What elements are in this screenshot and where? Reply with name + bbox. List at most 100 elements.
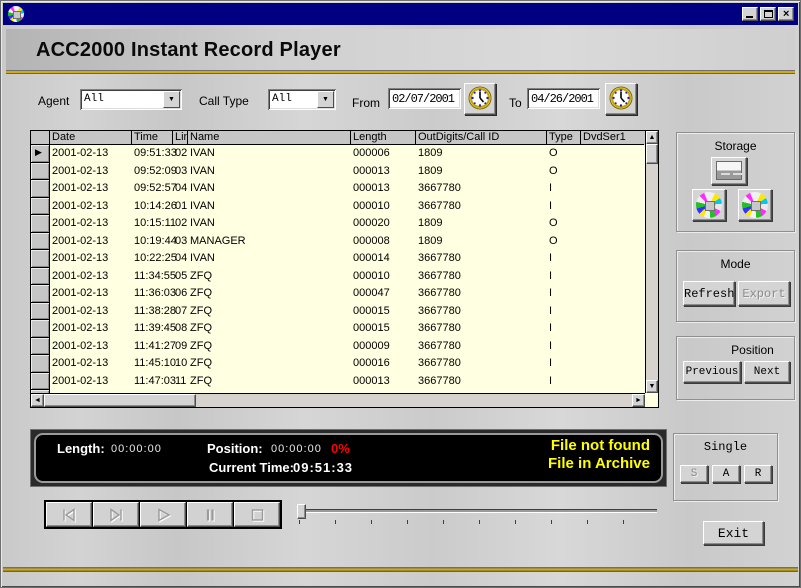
titlebar[interactable]: × xyxy=(3,3,798,25)
row-selector[interactable] xyxy=(31,303,50,321)
to-calendar-button[interactable] xyxy=(605,83,637,115)
row-selector[interactable] xyxy=(31,250,50,268)
row-selector[interactable] xyxy=(31,268,50,286)
row-selector[interactable] xyxy=(31,198,50,216)
row-selector[interactable] xyxy=(31,233,50,251)
cell-line: 11 xyxy=(173,373,188,391)
cell-name: MANAGER xyxy=(188,233,351,251)
single-s-button[interactable]: S xyxy=(680,465,708,483)
table-row[interactable]: 2001-02-1311:39:4508ZFQ0000153667780I xyxy=(31,320,645,338)
minimize-button[interactable] xyxy=(742,7,758,21)
call-type-select[interactable]: All ▼ xyxy=(268,89,336,110)
table-row[interactable]: 2001-02-1310:19:4403MANAGER0000081809O xyxy=(31,233,645,251)
to-date-input[interactable]: 04/26/2001 xyxy=(527,88,600,109)
row-selector[interactable]: ▶ xyxy=(31,145,50,163)
cell-length: 000010 xyxy=(351,268,416,286)
row-selector[interactable] xyxy=(31,373,50,391)
table-row[interactable]: 2001-02-1309:52:0903IVAN0000131809O xyxy=(31,163,645,181)
row-selector[interactable] xyxy=(31,320,50,338)
vertical-scrollbar[interactable]: ▲ ▼ xyxy=(645,131,658,393)
column-header-dvdser1[interactable]: DvdSer1 xyxy=(581,131,644,145)
column-header-type[interactable]: Type xyxy=(547,131,581,145)
position-label: Position xyxy=(677,343,794,357)
horizontal-scroll-thumb[interactable] xyxy=(44,394,196,407)
skip-to-start-button[interactable] xyxy=(46,502,92,527)
row-selector[interactable] xyxy=(31,285,50,303)
skip-to-end-button[interactable] xyxy=(93,502,139,527)
skip-end-icon xyxy=(106,508,126,522)
harddisk-storage-button[interactable] xyxy=(711,157,747,185)
pause-button[interactable] xyxy=(187,502,233,527)
table-row[interactable]: 2001-02-1311:47:0311ZFQ0000133667780I xyxy=(31,373,645,391)
previous-button[interactable]: Previous xyxy=(683,361,741,383)
row-selector[interactable] xyxy=(31,163,50,181)
column-header-date[interactable]: Date xyxy=(50,131,132,145)
single-r-button[interactable]: R xyxy=(744,465,772,483)
to-date-value: 04/26/2001 xyxy=(531,92,593,106)
stop-button[interactable] xyxy=(234,502,280,527)
table-row[interactable]: 2001-02-1310:14:2601IVAN0000103667780I xyxy=(31,198,645,216)
table-row[interactable]: 2001-02-1311:38:2807ZFQ0000153667780I xyxy=(31,303,645,321)
maximize-button[interactable] xyxy=(760,7,776,21)
scroll-down-button[interactable]: ▼ xyxy=(646,380,658,393)
cell-name: ZFQ xyxy=(188,355,351,373)
cell-outdigits-call-id: 3667780 xyxy=(416,268,547,286)
row-selector[interactable] xyxy=(31,355,50,373)
chevron-down-icon[interactable]: ▼ xyxy=(317,91,334,108)
row-selector[interactable] xyxy=(31,338,50,356)
cell-name: ZFQ xyxy=(188,285,351,303)
refresh-button[interactable]: Refresh xyxy=(683,281,735,306)
table-row[interactable]: 2001-02-1311:36:0306ZFQ0000473667780I xyxy=(31,285,645,303)
horizontal-scrollbar[interactable]: ◄ ► xyxy=(31,393,645,407)
stop-icon xyxy=(247,508,267,522)
table-row[interactable]: 2001-02-1309:52:5704IVAN0000133667780I xyxy=(31,180,645,198)
table-row[interactable]: 2001-02-1310:15:1102IVAN0000201809O xyxy=(31,215,645,233)
cell-outdigits-call-id: 3667780 xyxy=(416,373,547,391)
table-row[interactable]: ▶2001-02-1309:51:3302IVAN0000061809O xyxy=(31,145,645,163)
cell-outdigits-call-id: 3667780 xyxy=(416,180,547,198)
seek-slider[interactable] xyxy=(293,502,661,528)
row-selector[interactable] xyxy=(31,215,50,233)
cell-outdigits-call-id: 1809 xyxy=(416,163,547,181)
cell-name: ZFQ xyxy=(188,320,351,338)
column-header-outdigits-call-id[interactable]: OutDigits/Call ID xyxy=(416,131,547,145)
single-a-button[interactable]: A xyxy=(712,465,740,483)
table-row[interactable]: 2001-02-1311:34:5505ZFQ0000103667780I xyxy=(31,268,645,286)
table-header: DateTimeLineNameLengthOutDigits/Call IDT… xyxy=(31,131,645,145)
scroll-left-button[interactable]: ◄ xyxy=(31,394,44,407)
table-row[interactable]: 2001-02-1310:22:2504IVAN0000143667780I xyxy=(31,250,645,268)
chevron-down-icon[interactable]: ▼ xyxy=(163,91,180,108)
column-header-time[interactable]: Time xyxy=(132,131,173,145)
column-header-length[interactable]: Length xyxy=(351,131,416,145)
export-button[interactable]: Export xyxy=(738,281,790,306)
close-button[interactable]: × xyxy=(778,7,794,21)
cd-storage-button-1[interactable] xyxy=(692,189,726,221)
cell-date: 2001-02-13 xyxy=(50,250,132,268)
from-calendar-button[interactable] xyxy=(464,83,496,115)
vertical-scroll-thumb[interactable] xyxy=(646,144,658,164)
agent-select[interactable]: All ▼ xyxy=(80,89,182,110)
cell-length: 000015 xyxy=(351,320,416,338)
cd-storage-button-2[interactable] xyxy=(738,189,772,221)
row-selector[interactable] xyxy=(31,180,50,198)
slider-thumb[interactable] xyxy=(297,504,306,519)
from-date-value: 02/07/2001 xyxy=(392,92,454,106)
cell-length: 000014 xyxy=(351,250,416,268)
play-button[interactable] xyxy=(140,502,186,527)
cell-time: 10:19:44 xyxy=(132,233,173,251)
column-header-name[interactable]: Name xyxy=(188,131,351,145)
call-type-label: Call Type xyxy=(199,94,249,108)
cell-dvdser1 xyxy=(581,180,644,198)
from-date-input[interactable]: 02/07/2001 xyxy=(388,88,461,109)
scroll-right-button[interactable]: ► xyxy=(632,394,645,407)
exit-button[interactable]: Exit xyxy=(703,521,764,545)
cell-name: IVAN xyxy=(188,215,351,233)
cell-length: 000006 xyxy=(351,145,416,163)
current-time-label: Current Time: xyxy=(209,460,294,475)
table-row[interactable]: 2001-02-1311:41:2709ZFQ0000093667780I xyxy=(31,338,645,356)
pause-icon xyxy=(200,508,220,522)
next-button[interactable]: Next xyxy=(744,361,790,383)
scroll-up-button[interactable]: ▲ xyxy=(646,131,658,144)
table-row[interactable]: 2001-02-1311:45:1010ZFQ0000163667780I xyxy=(31,355,645,373)
column-header-line[interactable]: Line xyxy=(173,131,188,145)
